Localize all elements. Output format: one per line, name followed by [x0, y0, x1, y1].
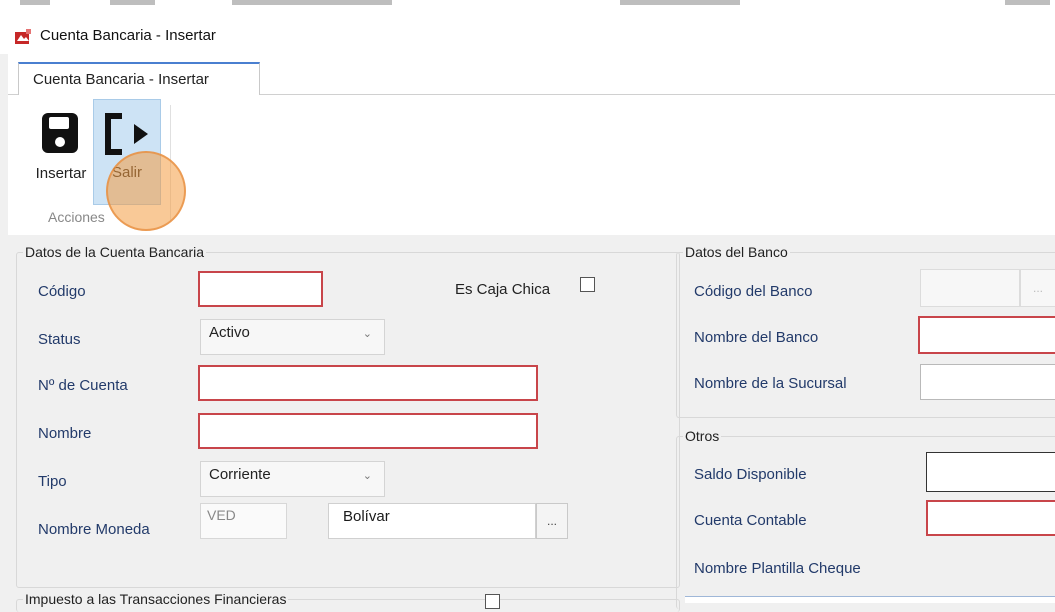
plantilla-label: Nombre Plantilla Cheque: [694, 560, 861, 577]
num-cuenta-label: Nº de Cuenta: [38, 377, 128, 394]
tab-label: Cuenta Bancaria - Insertar: [33, 71, 209, 88]
moneda-label: Nombre Moneda: [38, 521, 150, 538]
tipo-select[interactable]: Corriente ⌄: [200, 461, 385, 497]
chevron-down-icon: ⌄: [362, 470, 372, 482]
saldo-input[interactable]: [926, 452, 1055, 492]
banco-lookup-button[interactable]: ...: [1020, 269, 1055, 307]
background-window-strip: [0, 0, 1055, 19]
cuenta-contable-input[interactable]: [926, 500, 1055, 536]
caja-chica-label: Es Caja Chica: [455, 281, 551, 298]
tab-cuenta-bancaria[interactable]: Cuenta Bancaria - Insertar: [18, 62, 260, 96]
status-label: Status: [38, 331, 81, 348]
ellipsis-icon: ...: [546, 514, 557, 528]
itf-checkbox[interactable]: [485, 594, 500, 609]
cuenta-contable-label: Cuenta Contable: [694, 512, 807, 529]
moneda-code: VED: [207, 507, 236, 523]
otros-legend: Otros: [685, 428, 720, 444]
nombre-banco-label: Nombre del Banco: [694, 329, 819, 346]
chevron-down-icon: ⌄: [362, 328, 372, 340]
itf-group: Impuesto a las Transacciones Financieras: [16, 591, 680, 612]
saldo-label: Saldo Disponible: [694, 466, 807, 483]
moneda-code-input: VED: [200, 503, 287, 539]
main-content: Cuenta Bancaria - Insertar Insertar Sali…: [8, 54, 1055, 612]
moneda-lookup-button[interactable]: ...: [536, 503, 568, 539]
caja-chica-checkbox[interactable]: [580, 277, 595, 292]
itf-legend: Impuesto a las Transacciones Financieras: [25, 591, 287, 607]
exit-icon: [105, 113, 148, 155]
nombre-banco-input[interactable]: [918, 316, 1055, 354]
app-icon: [15, 29, 31, 44]
tab-strip: Cuenta Bancaria - Insertar: [8, 54, 1055, 96]
sucursal-input[interactable]: [920, 364, 1055, 400]
nombre-input[interactable]: [198, 413, 538, 449]
ribbon: Insertar Salir Acciones: [8, 95, 1055, 235]
nombre-label: Nombre: [38, 425, 92, 442]
title-bar: Cuenta Bancaria - Insertar: [0, 18, 1055, 54]
codigo-label: Código: [38, 283, 86, 300]
status-value: Activo: [209, 324, 250, 341]
save-icon: [42, 113, 78, 153]
insert-button[interactable]: Insertar: [26, 101, 96, 201]
codigo-input[interactable]: [198, 271, 323, 307]
tipo-label: Tipo: [38, 473, 67, 490]
ellipsis-icon: ...: [1032, 281, 1043, 295]
cursor-highlight: [106, 151, 186, 231]
window-title: Cuenta Bancaria - Insertar: [40, 27, 216, 44]
moneda-name-input: Bolívar: [328, 503, 536, 539]
status-select[interactable]: Activo ⌄: [200, 319, 385, 355]
sucursal-label: Nombre de la Sucursal: [694, 375, 847, 392]
codigo-banco-label: Código del Banco: [694, 283, 813, 300]
group-label: Acciones: [48, 209, 105, 225]
tipo-value: Corriente: [209, 466, 271, 483]
moneda-name: Bolívar: [343, 508, 390, 525]
insert-label: Insertar: [35, 165, 87, 182]
datos-banco-legend: Datos del Banco: [685, 244, 788, 260]
datos-cuenta-legend: Datos de la Cuenta Bancaria: [25, 244, 204, 260]
codigo-banco-input[interactable]: [920, 269, 1020, 307]
num-cuenta-input[interactable]: [198, 365, 538, 401]
